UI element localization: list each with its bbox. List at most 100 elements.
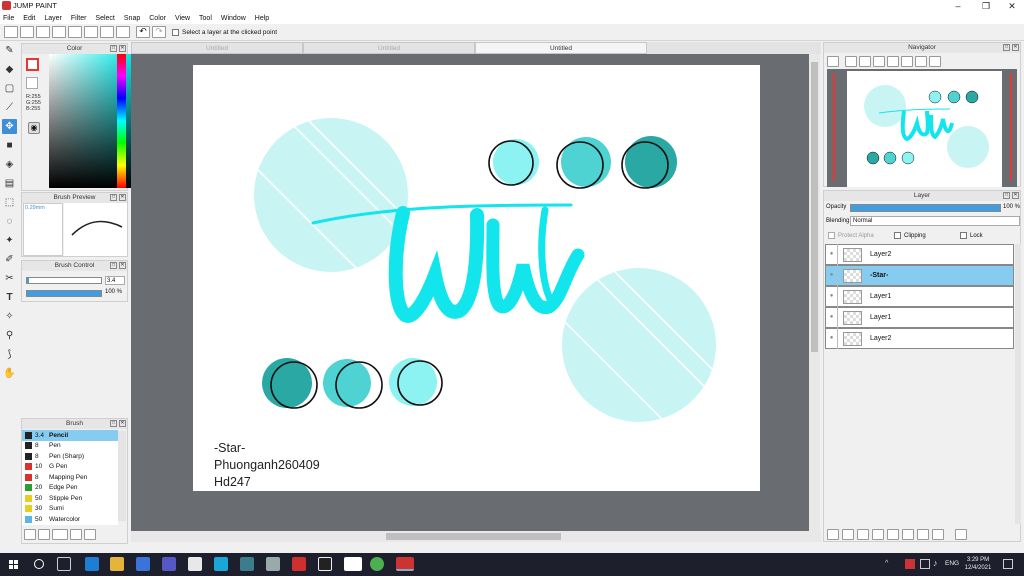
undo-icon[interactable]: ↶ [136,26,150,38]
foreground-color-swatch[interactable] [26,58,39,71]
panel-float-icon[interactable]: □ [110,262,117,269]
merge-layer-icon[interactable] [917,529,929,540]
brush-list-item[interactable]: 8 Mapping Pen [22,472,118,483]
close-button[interactable]: ✕ [998,0,1024,12]
new-tone-layer-icon[interactable] [872,529,884,540]
layer-folder-icon[interactable] [887,529,899,540]
panel-close-icon[interactable]: ✕ [119,262,126,269]
blending-select[interactable]: Normal [850,216,1020,226]
dropper-tool-icon[interactable]: ⟆ [2,347,17,362]
page-icon[interactable] [68,26,82,38]
minimize-button[interactable]: – [944,0,972,12]
hue-slider[interactable] [117,54,126,188]
transparent-color-swatch[interactable] [26,77,38,89]
zoom-in-icon[interactable] [827,56,839,67]
shape-tool-icon[interactable]: ▢ [2,81,17,96]
lock-option[interactable]: Lock [960,232,983,239]
panel-float-icon[interactable]: □ [1003,192,1010,199]
hand-tool-icon[interactable]: ✋ [2,366,17,381]
layer-settings-icon[interactable] [932,529,944,540]
new-raster-layer-icon[interactable] [842,529,854,540]
fit-icon[interactable] [859,56,871,67]
folder-icon[interactable] [84,529,96,540]
operation-tool-icon[interactable]: ✧ [2,309,17,324]
brush-list-item[interactable]: 30 Sumi [22,504,118,515]
panel-close-icon[interactable]: ✕ [119,45,126,52]
edge-icon[interactable] [85,557,99,571]
horizontal-scrollbar[interactable] [131,531,821,542]
clock[interactable]: 3:29 PM 12/4/2021 [963,556,993,572]
clipping-option[interactable]: Clipping [894,232,926,239]
redo-icon[interactable]: ↷ [152,26,166,38]
menu-file[interactable]: File [3,15,14,22]
maximize-button[interactable]: ❐ [972,0,1000,12]
brush-list-item[interactable]: 8 Pen (Sharp) [22,451,118,462]
layer-list-scrollbar[interactable] [1015,244,1021,524]
tray-overflow-icon[interactable]: ^ [885,560,888,567]
brush-menu-icon[interactable] [52,529,68,540]
magic-wand-tool-icon[interactable]: ✦ [2,233,17,248]
select-eraser-tool-icon[interactable]: ✂ [2,271,17,286]
navigator-preview[interactable] [827,69,1017,187]
panel-float-icon[interactable]: □ [1003,44,1010,51]
app-icon-red[interactable] [292,557,306,571]
brush-list-item[interactable]: 50 Watercolor [22,514,118,525]
new-layer-icon[interactable] [827,529,839,540]
grid-icon[interactable] [116,26,130,38]
battery-icon[interactable] [920,559,930,569]
store-icon[interactable] [136,557,150,571]
app-icon-green[interactable] [370,557,384,571]
chat-icon[interactable] [52,26,66,38]
rotate-left-icon[interactable] [887,56,899,67]
fill-rect-tool-icon[interactable]: ■ [2,138,17,153]
app-icon-teal[interactable] [240,557,254,571]
panel-close-icon[interactable]: ✕ [1012,192,1019,199]
panel-float-icon[interactable]: □ [110,194,117,201]
layer-row[interactable]: ● Layer2 [825,244,1014,265]
layer-visibility-icon[interactable]: ● [826,244,838,265]
text-tool-icon[interactable]: T [2,290,17,305]
duplicate-layer-icon[interactable] [902,529,914,540]
panel-float-icon[interactable]: □ [110,45,117,52]
protect-alpha-checkbox[interactable] [828,232,835,239]
eyedropper-tool-icon[interactable]: ⚲ [2,328,17,343]
layer-row[interactable]: ● Layer1 [825,286,1014,307]
lock-checkbox[interactable] [960,232,967,239]
actual-size-icon[interactable] [873,56,885,67]
brush-list-scrollbar[interactable] [118,431,126,521]
story-icon[interactable] [100,26,114,38]
select-pen-tool-icon[interactable]: ✐ [2,252,17,267]
drawing-canvas[interactable]: -Star- Phuonganh260409 Hd247 [193,65,760,491]
new-document-icon[interactable] [4,26,18,38]
doc-tab-1[interactable]: Untitled [131,42,303,54]
zalo-icon[interactable] [344,557,362,571]
layer-row[interactable]: ● Layer2 [825,328,1014,349]
menu-view[interactable]: View [175,15,190,22]
zoom-out-icon[interactable] [845,56,857,67]
new-brush-icon[interactable] [38,529,50,540]
brush-tool-icon[interactable]: ✎ [2,43,17,58]
bucket-tool-icon[interactable]: ◈ [2,157,17,172]
layer-visibility-icon[interactable]: ● [826,286,838,307]
doc-tab-2[interactable]: Untitled [303,42,475,54]
brush-settings-icon[interactable] [24,529,36,540]
menu-edit[interactable]: Edit [23,15,35,22]
teams-icon[interactable] [162,557,176,571]
layer-row[interactable]: ● Layer1 [825,307,1014,328]
app-icon-blue[interactable] [214,557,228,571]
panel-close-icon[interactable]: ✕ [1012,44,1019,51]
lasso-tool-icon[interactable]: ◌ [2,214,17,229]
gradient-tool-icon[interactable]: ▤ [2,176,17,191]
notification-icon[interactable] [1003,559,1013,569]
search-icon[interactable] [34,559,44,569]
layer-opacity-slider[interactable] [850,204,1001,212]
clipping-checkbox[interactable] [894,232,901,239]
brush-list-item[interactable]: 10 G Pen [22,462,118,473]
capcut-icon[interactable] [318,557,332,571]
panel-close-icon[interactable]: ✕ [119,194,126,201]
panel-close-icon[interactable]: ✕ [119,420,126,427]
menu-window[interactable]: Window [221,15,246,22]
file-explorer-icon[interactable] [110,557,124,571]
layer-row[interactable]: ● -Star- [825,265,1014,286]
start-icon[interactable] [9,560,18,569]
